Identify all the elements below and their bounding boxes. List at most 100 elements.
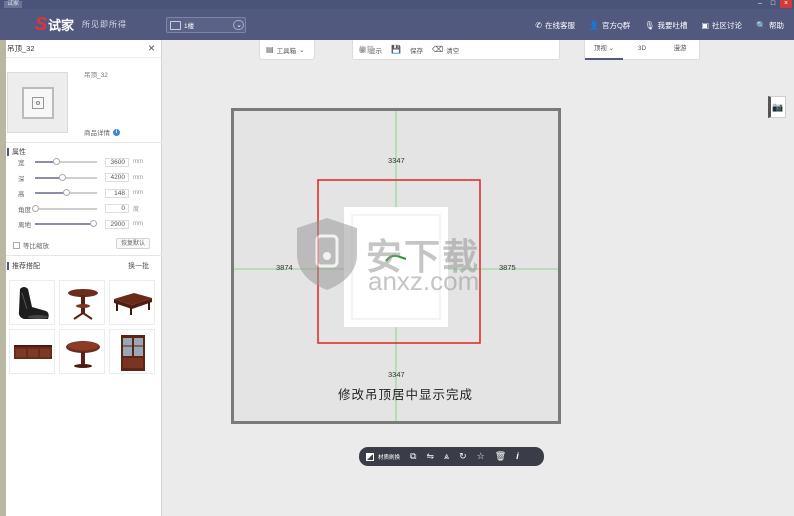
header-nav: ✆ 在线客服 👤 官方Q群 🎙 我要吐槽 ▣ 社区讨论 🔍 帮助 (535, 18, 784, 32)
toolbox-dropdown[interactable]: ▤ 工具箱 ⌄ (259, 40, 315, 60)
proportional-scale-checkbox[interactable]: 等比缩放 (13, 240, 49, 250)
slider-fill (35, 223, 94, 225)
recommend-item-round-dining-table[interactable] (59, 329, 105, 374)
slider-handle[interactable] (59, 173, 67, 181)
product-detail-label: 商品详情 (84, 130, 110, 137)
attribute-row: 深 4200 mm (18, 173, 154, 183)
header-bar: S 试家 所见即所得 1楼 ⌄ ✆ 在线客服 👤 官方Q群 🎙 我要吐槽 ▣ 社区讨论 🔍 帮助 (0, 9, 794, 40)
attribute-value-input[interactable]: 148 (105, 188, 129, 198)
favorite-icon[interactable]: ☆ (477, 451, 485, 462)
attribute-slider[interactable] (31, 204, 97, 212)
panel-close-button[interactable]: × (148, 42, 155, 54)
material-brush-button[interactable]: 材质刷换 (366, 452, 401, 461)
view-tab-0[interactable]: 顶视 ⌄ (585, 40, 623, 60)
mirror-icon[interactable]: ⇋ (426, 451, 434, 462)
side-table-icon (68, 289, 98, 320)
screenshot-camera-button[interactable]: 📷 (768, 96, 786, 118)
properties-panel: 吊顶_32 × 吊顶_32 商品详情 i 属性 宽 3600 mm 深 4200 mm 高 1… (0, 40, 162, 516)
slider-handle[interactable] (62, 189, 70, 196)
attributes-section-title: 属性 (7, 147, 26, 157)
attributes-title: 属性 (12, 149, 26, 156)
nav-item-label: 社区讨论 (712, 20, 743, 30)
dimension-top: 3347 (388, 156, 405, 165)
info-icon[interactable]: 𝒊 (516, 451, 519, 462)
info-icon: i (113, 128, 120, 136)
slider-handle[interactable] (90, 220, 98, 227)
maximize-button[interactable]: □ (767, 0, 779, 8)
recommend-item-massage-chair[interactable] (9, 280, 55, 325)
toolbar-item-4[interactable]: 恢复 (359, 44, 374, 55)
logo-slogan: 所见即所得 (82, 19, 128, 29)
forum-icon: ▣ (701, 20, 710, 30)
microphone-icon: 🎙 (644, 20, 655, 30)
attribute-unit: mm (133, 159, 143, 165)
floor-select-value: 1楼 (184, 23, 195, 30)
panel-title: 吊顶_32 (0, 40, 161, 58)
nav-item-1[interactable]: 👤 官方Q群 (589, 20, 630, 31)
attribute-slider[interactable] (35, 173, 97, 181)
recommend-item-display-cabinet[interactable] (109, 329, 155, 374)
nav-item-label: 帮助 (769, 20, 784, 30)
toolbar-item-label: 恢复 (359, 45, 374, 54)
view-tab-1[interactable]: 3D (623, 40, 661, 60)
divider (0, 255, 162, 256)
logo-mark-icon: S (35, 13, 48, 34)
view-tab-2[interactable]: 漫游 (661, 40, 699, 60)
add-floor-icon[interactable] (233, 20, 244, 30)
nav-item-label: 在线客服 (545, 20, 575, 30)
material-brush-label: 材质刷换 (378, 454, 401, 461)
nav-item-0[interactable]: ✆ 在线客服 (535, 20, 575, 31)
recommend-item-coffee-table[interactable] (109, 280, 155, 325)
delete-icon[interactable]: 🗑 (495, 451, 506, 462)
view-mode-tabs: 顶视 ⌄ 3D 漫游 (584, 40, 700, 60)
user-icon: 👤 (589, 20, 599, 30)
nav-item-4[interactable]: 🔍 帮助 (756, 20, 784, 31)
phone-icon: ✆ (535, 20, 542, 30)
camera-icon: 📷 (772, 101, 784, 112)
dimension-right: 3875 (499, 263, 516, 272)
toolbar-item-6[interactable]: 保存 (410, 45, 423, 55)
attribute-slider[interactable] (35, 220, 98, 227)
material-brush-icon (366, 452, 374, 461)
attribute-slider[interactable] (35, 189, 97, 196)
recommend-title: 推荐搭配 (12, 263, 40, 270)
window-title: 试家 (4, 1, 23, 8)
attribute-value-input[interactable]: 0 (105, 204, 129, 213)
product-name: 吊顶_32 (84, 72, 108, 79)
slider-handle[interactable] (53, 158, 61, 165)
minimize-button[interactable]: – (754, 0, 766, 8)
proportional-scale-label: 等比缩放 (23, 243, 49, 250)
attribute-value-input[interactable]: 3600 (105, 157, 129, 167)
attribute-unit: mm (133, 174, 143, 181)
floor-box-icon (170, 20, 181, 30)
logo-text: 试家 (48, 17, 75, 33)
nav-item-2[interactable]: 🎙 我要吐槽 (644, 20, 687, 31)
restore-default-button[interactable]: 恢复默认 (116, 238, 150, 249)
attribute-value-input[interactable]: 4200 (105, 173, 129, 182)
attribute-unit: 度 (133, 207, 140, 213)
watermark-shield-icon (297, 218, 357, 290)
copy-icon[interactable]: ⧉ (410, 451, 416, 462)
refresh-recommend-button[interactable]: 换一批 (128, 261, 149, 271)
toolbox-icon: ▤ (266, 45, 274, 54)
close-window-button[interactable]: × (780, 0, 792, 8)
toolbar-item-5[interactable]: 💾 (391, 45, 401, 54)
recommend-section-title: 推荐搭配 (7, 261, 40, 271)
status-message: 修改吊顶居中显示完成 (338, 388, 474, 402)
product-detail-link[interactable]: 商品详情 i (84, 127, 120, 137)
recommend-item-round-side-table[interactable] (59, 280, 105, 325)
attribute-value-input[interactable]: 2900 (105, 219, 129, 229)
nav-item-3[interactable]: ▣ 社区讨论 (701, 20, 742, 31)
logo[interactable]: S 试家 所见即所得 (35, 13, 127, 35)
align-icon[interactable]: ⩓ (444, 451, 449, 462)
rotate-icon[interactable]: ↻ (459, 451, 467, 462)
slider-fill (35, 192, 66, 194)
slider-handle[interactable] (31, 204, 39, 212)
attribute-label: 深 (18, 175, 25, 183)
main-toolbar: ◉ 显示 ↶ 撤销 ↷ 恢复 💾 保存 ⌫ 清空 (352, 40, 560, 60)
attribute-slider[interactable] (35, 158, 97, 165)
recommend-grid (9, 280, 155, 374)
toolbar-item-7[interactable]: ⌫ 清空 (432, 45, 459, 55)
recommend-item-tv-cabinet[interactable] (9, 329, 55, 374)
toolbar-item-label: 保存 (409, 47, 423, 55)
